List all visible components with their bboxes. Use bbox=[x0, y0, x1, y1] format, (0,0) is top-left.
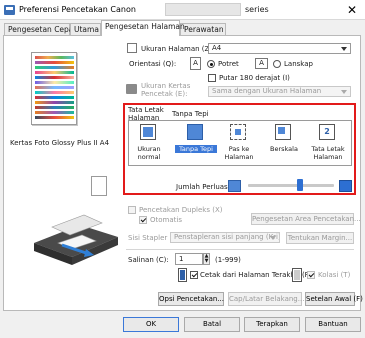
rotate-180-checkbox[interactable] bbox=[208, 74, 216, 82]
cancel-button[interactable]: Batal bbox=[184, 317, 240, 332]
collate-icon bbox=[292, 268, 302, 282]
print-options-button[interactable]: Opsi Pencetakan... bbox=[158, 292, 224, 306]
portrait-label: Potret bbox=[218, 60, 239, 68]
tab-quick-setup[interactable]: Pengesetan Cepat bbox=[4, 23, 76, 35]
print-from-last-page-checkbox[interactable] bbox=[190, 271, 198, 279]
page-preview bbox=[31, 52, 77, 125]
orientation-label: Orientasi (Q): bbox=[129, 60, 177, 68]
layout-normal-size[interactable]: Ukuran normal bbox=[128, 124, 170, 161]
rotate-180-label: Putar 180 derajat (I) bbox=[219, 74, 290, 82]
model-name-redacted bbox=[165, 3, 241, 16]
paper-thumbnail bbox=[91, 176, 107, 196]
portrait-radio[interactable] bbox=[207, 60, 215, 68]
layout-scaled[interactable]: Berskala bbox=[263, 124, 305, 160]
copies-range: (1-999) bbox=[215, 256, 241, 264]
layout-borderless[interactable]: Tanpa Tepi bbox=[175, 124, 217, 160]
copies-label: Salinan (C): bbox=[128, 256, 169, 264]
duplex-auto-checkbox[interactable] bbox=[139, 216, 147, 224]
extension-slider-thumb[interactable] bbox=[296, 179, 303, 191]
collate-checkbox[interactable] bbox=[307, 271, 315, 279]
duplex-checkbox[interactable] bbox=[128, 206, 136, 214]
fit-to-page-icon bbox=[230, 124, 246, 140]
staple-side-select[interactable]: Penstapleran sisi panjang (Kri) bbox=[170, 232, 280, 243]
tab-main[interactable]: Utama bbox=[70, 23, 101, 35]
tab-page-setup[interactable]: Pengesetan Halaman bbox=[101, 20, 185, 36]
layout-item-label: Berskala bbox=[270, 145, 298, 153]
borderless-icon bbox=[187, 124, 203, 140]
defaults-button[interactable]: Setelan Awal (F) bbox=[305, 292, 363, 306]
tab-bar: Pengesetan Cepat Utama Pengesetan Halama… bbox=[0, 20, 365, 36]
apply-button[interactable]: Terapkan bbox=[244, 317, 300, 332]
page-order-icon bbox=[178, 268, 187, 282]
landscape-label: Lanskap bbox=[284, 60, 313, 68]
title-bar: Preferensi Pencetakan Canon series ✕ bbox=[0, 0, 365, 20]
printer-paper-label: Ukuran Kertas Pencetak (E): bbox=[141, 82, 191, 98]
page-size-label: Ukuran Halaman (Z): bbox=[141, 45, 215, 53]
collate-label: Kolasi (T) bbox=[318, 271, 351, 279]
window-title: Preferensi Pencetakan Canon bbox=[19, 5, 136, 14]
copies-input[interactable]: 1 bbox=[175, 253, 203, 265]
layout-item-label: Ukuran normal bbox=[137, 145, 161, 161]
page-layout-current: Tanpa Tepi bbox=[172, 110, 209, 118]
printer-app-icon bbox=[4, 5, 15, 15]
portrait-icon: A bbox=[190, 57, 201, 70]
page-layout-icon: 2 bbox=[319, 124, 335, 140]
normal-size-icon bbox=[140, 124, 156, 140]
scaled-icon bbox=[275, 124, 291, 140]
extension-max-icon bbox=[339, 180, 352, 192]
layout-page-layout[interactable]: 2 Tata Letak Halaman bbox=[307, 124, 349, 161]
separator bbox=[126, 249, 354, 250]
tab-maintenance[interactable]: Perawatan bbox=[180, 23, 226, 35]
layout-item-label: Pas ke Halaman bbox=[224, 145, 254, 161]
print-area-setup-button[interactable]: Pengesetan Area Pencetakan... bbox=[251, 213, 361, 225]
landscape-radio[interactable] bbox=[273, 60, 281, 68]
layout-fit-to-page[interactable]: Pas ke Halaman bbox=[218, 124, 260, 161]
duplex-auto-label: Otomatis bbox=[150, 216, 182, 224]
duplex-label: Pencetakan Dupleks (X) bbox=[139, 206, 223, 214]
extension-slider-track[interactable] bbox=[248, 184, 334, 187]
landscape-icon: A bbox=[255, 58, 268, 69]
layout-item-label: Tanpa Tepi bbox=[175, 145, 217, 153]
window-title-suffix: series bbox=[245, 5, 269, 14]
specify-margin-button[interactable]: Tentukan Margin... bbox=[286, 232, 354, 244]
printer-paper-select[interactable]: Sama dengan Ukuran Halaman bbox=[208, 86, 351, 97]
paper-type-label: Kertas Foto Glossy Plus II A4 bbox=[10, 139, 110, 147]
printer-paper-icon bbox=[126, 84, 137, 94]
page-size-icon bbox=[127, 43, 137, 53]
ok-button[interactable]: OK bbox=[123, 317, 179, 332]
printer-illustration bbox=[22, 205, 122, 267]
copies-stepper[interactable]: ▲ ▼ bbox=[203, 253, 210, 265]
help-button[interactable]: Bantuan bbox=[305, 317, 361, 332]
extension-min-icon bbox=[228, 180, 241, 192]
close-button[interactable]: ✕ bbox=[341, 1, 363, 19]
layout-item-label: Tata Letak Halaman bbox=[311, 145, 345, 161]
stamp-background-button[interactable]: Cap/Latar Belakang... bbox=[228, 292, 304, 306]
page-size-select[interactable]: A4 bbox=[208, 43, 351, 54]
